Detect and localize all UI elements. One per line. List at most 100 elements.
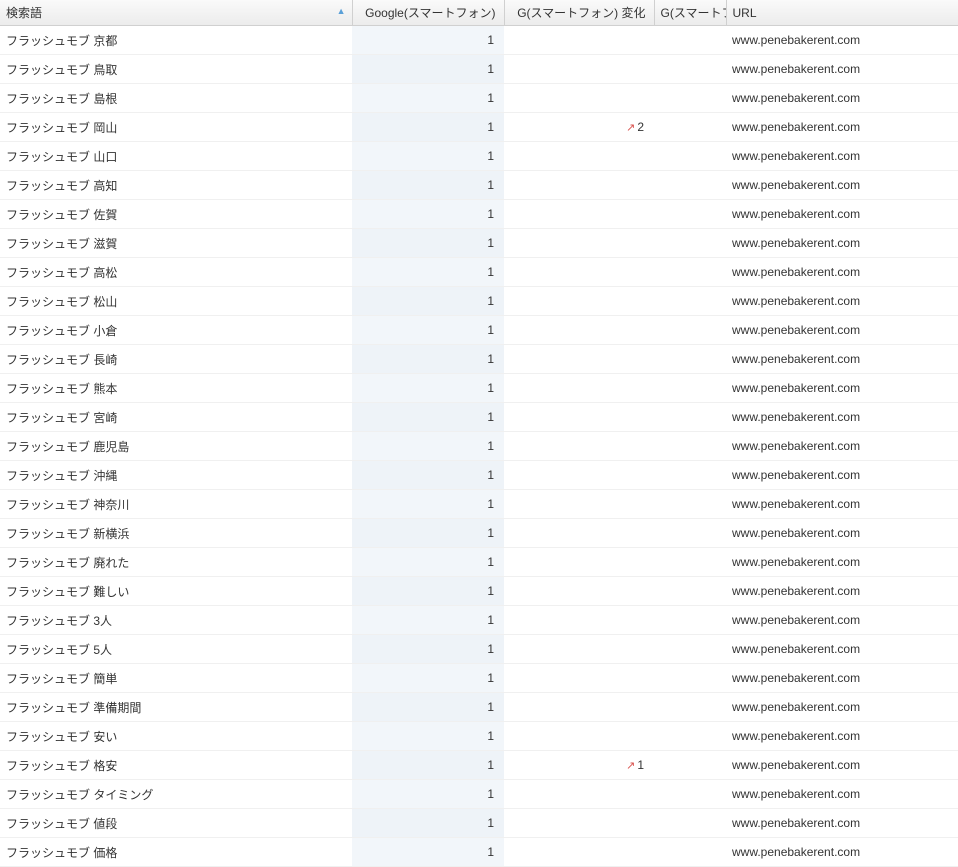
table-row[interactable]: フラッシュモブ 山口1www.penebakerent.com [0, 142, 958, 171]
cell-google-rank: 1 [352, 432, 504, 461]
cell-keyword: フラッシュモブ 小倉 [0, 316, 352, 345]
cell-change [504, 838, 654, 867]
cell-google-rank: 1 [352, 722, 504, 751]
change-value: 1 [637, 758, 644, 772]
cell-url: www.penebakerent.com [726, 606, 958, 635]
cell-url: www.penebakerent.com [726, 519, 958, 548]
cell-truncated [654, 287, 726, 316]
table-row[interactable]: フラッシュモブ 格安1↗1www.penebakerent.com [0, 751, 958, 780]
table-row[interactable]: フラッシュモブ 高知1www.penebakerent.com [0, 171, 958, 200]
table-row[interactable]: フラッシュモブ 3人1www.penebakerent.com [0, 606, 958, 635]
cell-url: www.penebakerent.com [726, 229, 958, 258]
column-header-google-label: Google(スマートフォン) [365, 6, 495, 20]
cell-change [504, 432, 654, 461]
table-row[interactable]: フラッシュモブ 5人1www.penebakerent.com [0, 635, 958, 664]
cell-truncated [654, 374, 726, 403]
table-row[interactable]: フラッシュモブ 高松1www.penebakerent.com [0, 258, 958, 287]
cell-url: www.penebakerent.com [726, 461, 958, 490]
cell-google-rank: 1 [352, 548, 504, 577]
table-row[interactable]: フラッシュモブ タイミング1www.penebakerent.com [0, 780, 958, 809]
cell-url: www.penebakerent.com [726, 490, 958, 519]
column-header-keyword[interactable]: 検索語 ▲ [0, 0, 352, 26]
arrow-up-icon: ↗ [626, 121, 635, 134]
table-row[interactable]: フラッシュモブ 熊本1www.penebakerent.com [0, 374, 958, 403]
cell-change [504, 664, 654, 693]
cell-url: www.penebakerent.com [726, 838, 958, 867]
table-row[interactable]: フラッシュモブ 小倉1www.penebakerent.com [0, 316, 958, 345]
cell-url: www.penebakerent.com [726, 142, 958, 171]
cell-truncated [654, 606, 726, 635]
cell-change [504, 142, 654, 171]
cell-google-rank: 1 [352, 345, 504, 374]
cell-change [504, 780, 654, 809]
column-header-change[interactable]: G(スマートフォン) 変化 [504, 0, 654, 26]
cell-google-rank: 1 [352, 751, 504, 780]
cell-keyword: フラッシュモブ タイミング [0, 780, 352, 809]
table-body: フラッシュモブ 京都1www.penebakerent.comフラッシュモブ 鳥… [0, 26, 958, 867]
column-header-url[interactable]: URL [726, 0, 958, 26]
cell-url: www.penebakerent.com [726, 84, 958, 113]
cell-google-rank: 1 [352, 780, 504, 809]
cell-google-rank: 1 [352, 490, 504, 519]
cell-keyword: フラッシュモブ 価格 [0, 838, 352, 867]
table-row[interactable]: フラッシュモブ 準備期間1www.penebakerent.com [0, 693, 958, 722]
cell-change [504, 548, 654, 577]
cell-change: ↗1 [504, 751, 654, 780]
table-row[interactable]: フラッシュモブ 簡単1www.penebakerent.com [0, 664, 958, 693]
cell-change [504, 693, 654, 722]
table-row[interactable]: フラッシュモブ 神奈川1www.penebakerent.com [0, 490, 958, 519]
cell-google-rank: 1 [352, 200, 504, 229]
cell-truncated [654, 577, 726, 606]
cell-url: www.penebakerent.com [726, 693, 958, 722]
cell-keyword: フラッシュモブ 鳥取 [0, 55, 352, 84]
table-row[interactable]: フラッシュモブ 岡山1↗2www.penebakerent.com [0, 113, 958, 142]
arrow-up-icon: ↗ [626, 759, 635, 772]
cell-keyword: フラッシュモブ 準備期間 [0, 693, 352, 722]
cell-keyword: フラッシュモブ 廃れた [0, 548, 352, 577]
cell-truncated [654, 200, 726, 229]
cell-google-rank: 1 [352, 635, 504, 664]
cell-google-rank: 1 [352, 374, 504, 403]
table-row[interactable]: フラッシュモブ 佐賀1www.penebakerent.com [0, 200, 958, 229]
cell-truncated [654, 751, 726, 780]
cell-change [504, 722, 654, 751]
table-row[interactable]: フラッシュモブ 鳥取1www.penebakerent.com [0, 55, 958, 84]
cell-change [504, 809, 654, 838]
table-row[interactable]: フラッシュモブ 難しい1www.penebakerent.com [0, 577, 958, 606]
cell-change [504, 171, 654, 200]
table-row[interactable]: フラッシュモブ 沖縄1www.penebakerent.com [0, 461, 958, 490]
table-row[interactable]: フラッシュモブ 島根1www.penebakerent.com [0, 84, 958, 113]
cell-google-rank: 1 [352, 171, 504, 200]
cell-google-rank: 1 [352, 84, 504, 113]
cell-keyword: フラッシュモブ 滋賀 [0, 229, 352, 258]
cell-keyword: フラッシュモブ 値段 [0, 809, 352, 838]
cell-change [504, 635, 654, 664]
column-header-truncated[interactable]: G(スマートフ.. [654, 0, 726, 26]
table-row[interactable]: フラッシュモブ 宮崎1www.penebakerent.com [0, 403, 958, 432]
column-header-google[interactable]: Google(スマートフォン) [352, 0, 504, 26]
table-row[interactable]: フラッシュモブ 京都1www.penebakerent.com [0, 26, 958, 55]
table-row[interactable]: フラッシュモブ 値段1www.penebakerent.com [0, 809, 958, 838]
table-row[interactable]: フラッシュモブ 廃れた1www.penebakerent.com [0, 548, 958, 577]
table-row[interactable]: フラッシュモブ 鹿児島1www.penebakerent.com [0, 432, 958, 461]
cell-change [504, 200, 654, 229]
table-row[interactable]: フラッシュモブ 長崎1www.penebakerent.com [0, 345, 958, 374]
table-row[interactable]: フラッシュモブ 新横浜1www.penebakerent.com [0, 519, 958, 548]
table-row[interactable]: フラッシュモブ 価格1www.penebakerent.com [0, 838, 958, 867]
column-header-keyword-label: 検索語 [6, 6, 42, 20]
table-row[interactable]: フラッシュモブ 松山1www.penebakerent.com [0, 287, 958, 316]
cell-url: www.penebakerent.com [726, 751, 958, 780]
table-row[interactable]: フラッシュモブ 滋賀1www.penebakerent.com [0, 229, 958, 258]
cell-change [504, 490, 654, 519]
cell-change [504, 461, 654, 490]
cell-keyword: フラッシュモブ 熊本 [0, 374, 352, 403]
table-row[interactable]: フラッシュモブ 安い1www.penebakerent.com [0, 722, 958, 751]
cell-truncated [654, 548, 726, 577]
cell-truncated [654, 664, 726, 693]
cell-change [504, 403, 654, 432]
cell-change: ↗2 [504, 113, 654, 142]
cell-change [504, 55, 654, 84]
sort-asc-icon: ▲ [337, 6, 346, 16]
cell-keyword: フラッシュモブ 沖縄 [0, 461, 352, 490]
cell-keyword: フラッシュモブ 鹿児島 [0, 432, 352, 461]
